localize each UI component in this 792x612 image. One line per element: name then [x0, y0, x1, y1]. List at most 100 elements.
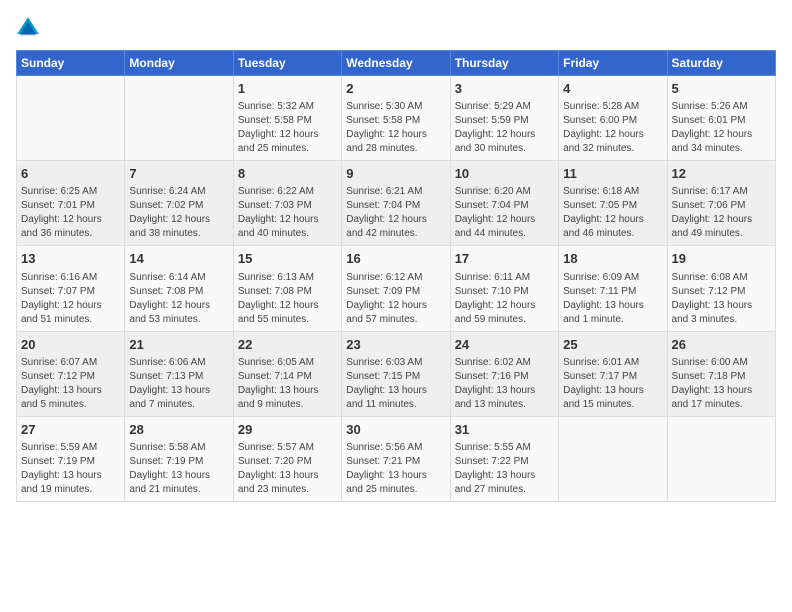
day-number: 15: [238, 250, 337, 268]
day-detail: Sunrise: 5:59 AM Sunset: 7:19 PM Dayligh…: [21, 441, 120, 497]
day-detail: Sunrise: 6:16 AM Sunset: 7:07 PM Dayligh…: [21, 271, 120, 327]
calendar-cell: 26 Sunrise: 6:00 AM Sunset: 7:18 PM Dayli…: [667, 331, 775, 416]
calendar-cell: 1Sunrise: 5:32 AM Sunset: 5:58 PM Daylig…: [233, 76, 341, 161]
day-number: 7: [129, 165, 228, 183]
calendar-cell: 2 Sunrise: 5:30 AM Sunset: 5:58 PM Daylig…: [342, 76, 450, 161]
day-header-wednesday: Wednesday: [342, 51, 450, 76]
day-number: 31: [455, 421, 554, 439]
calendar-cell: 21 Sunrise: 6:06 AM Sunset: 7:13 PM Dayli…: [125, 331, 233, 416]
day-number: 4: [563, 80, 662, 98]
calendar-cell: 20Sunrise: 6:07 AM Sunset: 7:12 PM Dayli…: [17, 331, 125, 416]
days-header-row: SundayMondayTuesdayWednesdayThursdayFrid…: [17, 51, 776, 76]
calendar-cell: [667, 416, 775, 501]
calendar-cell: 23Sunrise: 6:03 AM Sunset: 7:15 PM Dayli…: [342, 331, 450, 416]
day-number: 3: [455, 80, 554, 98]
calendar-cell: 11 Sunrise: 6:18 AM Sunset: 7:05 PM Dayli…: [559, 161, 667, 246]
day-detail: Sunrise: 6:05 AM Sunset: 7:14 PM Dayligh…: [238, 356, 337, 412]
day-detail: Sunrise: 6:08 AM Sunset: 7:12 PM Dayligh…: [672, 271, 771, 327]
day-header-monday: Monday: [125, 51, 233, 76]
day-header-tuesday: Tuesday: [233, 51, 341, 76]
calendar-cell: [125, 76, 233, 161]
calendar-cell: 31 Sunrise: 5:55 AM Sunset: 7:22 PM Dayli…: [450, 416, 558, 501]
day-number: 12: [672, 165, 771, 183]
day-detail: Sunrise: 6:06 AM Sunset: 7:13 PM Dayligh…: [129, 356, 228, 412]
calendar-cell: 12Sunrise: 6:17 AM Sunset: 7:06 PM Dayli…: [667, 161, 775, 246]
day-number: 22: [238, 336, 337, 354]
calendar-cell: 17Sunrise: 6:11 AM Sunset: 7:10 PM Dayli…: [450, 246, 558, 331]
calendar-cell: [17, 76, 125, 161]
day-detail: Sunrise: 6:14 AM Sunset: 7:08 PM Dayligh…: [129, 271, 228, 327]
calendar-cell: 28 Sunrise: 5:58 AM Sunset: 7:19 PM Dayli…: [125, 416, 233, 501]
calendar-cell: 25 Sunrise: 6:01 AM Sunset: 7:17 PM Dayli…: [559, 331, 667, 416]
day-detail: Sunrise: 6:02 AM Sunset: 7:16 PM Dayligh…: [455, 356, 554, 412]
day-detail: Sunrise: 6:01 AM Sunset: 7:17 PM Dayligh…: [563, 356, 662, 412]
day-detail: Sunrise: 5:57 AM Sunset: 7:20 PM Dayligh…: [238, 441, 337, 497]
calendar-cell: 18 Sunrise: 6:09 AM Sunset: 7:11 PM Dayli…: [559, 246, 667, 331]
day-number: 28: [129, 421, 228, 439]
day-detail: Sunrise: 6:24 AM Sunset: 7:02 PM Dayligh…: [129, 185, 228, 241]
day-detail: Sunrise: 6:00 AM Sunset: 7:18 PM Dayligh…: [672, 356, 771, 412]
day-number: 9: [346, 165, 445, 183]
day-number: 26: [672, 336, 771, 354]
day-detail: Sunrise: 6:22 AM Sunset: 7:03 PM Dayligh…: [238, 185, 337, 241]
logo-icon: [16, 16, 40, 40]
calendar-week-5: 27 Sunrise: 5:59 AM Sunset: 7:19 PM Dayli…: [17, 416, 776, 501]
logo: [16, 16, 44, 40]
day-number: 11: [563, 165, 662, 183]
page-header: [16, 16, 776, 40]
calendar-cell: 13 Sunrise: 6:16 AM Sunset: 7:07 PM Dayli…: [17, 246, 125, 331]
calendar-week-1: 1Sunrise: 5:32 AM Sunset: 5:58 PM Daylig…: [17, 76, 776, 161]
calendar-cell: 9 Sunrise: 6:21 AM Sunset: 7:04 PM Daylig…: [342, 161, 450, 246]
day-detail: Sunrise: 6:25 AM Sunset: 7:01 PM Dayligh…: [21, 185, 120, 241]
day-header-saturday: Saturday: [667, 51, 775, 76]
day-number: 29: [238, 421, 337, 439]
day-detail: Sunrise: 5:26 AM Sunset: 6:01 PM Dayligh…: [672, 100, 771, 156]
calendar-cell: 27 Sunrise: 5:59 AM Sunset: 7:19 PM Dayli…: [17, 416, 125, 501]
day-detail: Sunrise: 6:18 AM Sunset: 7:05 PM Dayligh…: [563, 185, 662, 241]
day-header-thursday: Thursday: [450, 51, 558, 76]
calendar-week-3: 13 Sunrise: 6:16 AM Sunset: 7:07 PM Dayli…: [17, 246, 776, 331]
day-header-sunday: Sunday: [17, 51, 125, 76]
day-detail: Sunrise: 5:58 AM Sunset: 7:19 PM Dayligh…: [129, 441, 228, 497]
day-detail: Sunrise: 5:56 AM Sunset: 7:21 PM Dayligh…: [346, 441, 445, 497]
day-number: 13: [21, 250, 120, 268]
calendar-cell: 16Sunrise: 6:12 AM Sunset: 7:09 PM Dayli…: [342, 246, 450, 331]
calendar-cell: 30 Sunrise: 5:56 AM Sunset: 7:21 PM Dayli…: [342, 416, 450, 501]
day-detail: Sunrise: 6:13 AM Sunset: 7:08 PM Dayligh…: [238, 271, 337, 327]
day-number: 18: [563, 250, 662, 268]
day-number: 10: [455, 165, 554, 183]
calendar-cell: 10 Sunrise: 6:20 AM Sunset: 7:04 PM Dayli…: [450, 161, 558, 246]
day-number: 23: [346, 336, 445, 354]
calendar-cell: 4 Sunrise: 5:28 AM Sunset: 6:00 PM Daylig…: [559, 76, 667, 161]
day-number: 27: [21, 421, 120, 439]
day-detail: Sunrise: 6:07 AM Sunset: 7:12 PM Dayligh…: [21, 356, 120, 412]
calendar-cell: 5 Sunrise: 5:26 AM Sunset: 6:01 PM Daylig…: [667, 76, 775, 161]
calendar-cell: 3 Sunrise: 5:29 AM Sunset: 5:59 PM Daylig…: [450, 76, 558, 161]
day-header-friday: Friday: [559, 51, 667, 76]
day-detail: Sunrise: 6:20 AM Sunset: 7:04 PM Dayligh…: [455, 185, 554, 241]
calendar-cell: 7 Sunrise: 6:24 AM Sunset: 7:02 PM Daylig…: [125, 161, 233, 246]
day-detail: Sunrise: 6:11 AM Sunset: 7:10 PM Dayligh…: [455, 271, 554, 327]
calendar-table: SundayMondayTuesdayWednesdayThursdayFrid…: [16, 50, 776, 502]
day-number: 25: [563, 336, 662, 354]
calendar-cell: 24 Sunrise: 6:02 AM Sunset: 7:16 PM Dayli…: [450, 331, 558, 416]
day-number: 19: [672, 250, 771, 268]
day-detail: Sunrise: 5:28 AM Sunset: 6:00 PM Dayligh…: [563, 100, 662, 156]
day-detail: Sunrise: 5:30 AM Sunset: 5:58 PM Dayligh…: [346, 100, 445, 156]
day-number: 5: [672, 80, 771, 98]
day-detail: Sunrise: 6:12 AM Sunset: 7:09 PM Dayligh…: [346, 271, 445, 327]
day-detail: Sunrise: 6:09 AM Sunset: 7:11 PM Dayligh…: [563, 271, 662, 327]
calendar-cell: [559, 416, 667, 501]
calendar-week-2: 6Sunrise: 6:25 AM Sunset: 7:01 PM Daylig…: [17, 161, 776, 246]
day-number: 24: [455, 336, 554, 354]
calendar-cell: 8Sunrise: 6:22 AM Sunset: 7:03 PM Daylig…: [233, 161, 341, 246]
calendar-cell: 19 Sunrise: 6:08 AM Sunset: 7:12 PM Dayli…: [667, 246, 775, 331]
day-number: 14: [129, 250, 228, 268]
day-detail: Sunrise: 6:21 AM Sunset: 7:04 PM Dayligh…: [346, 185, 445, 241]
day-detail: Sunrise: 5:29 AM Sunset: 5:59 PM Dayligh…: [455, 100, 554, 156]
day-detail: Sunrise: 5:55 AM Sunset: 7:22 PM Dayligh…: [455, 441, 554, 497]
day-number: 2: [346, 80, 445, 98]
day-number: 30: [346, 421, 445, 439]
calendar-week-4: 20Sunrise: 6:07 AM Sunset: 7:12 PM Dayli…: [17, 331, 776, 416]
day-number: 21: [129, 336, 228, 354]
